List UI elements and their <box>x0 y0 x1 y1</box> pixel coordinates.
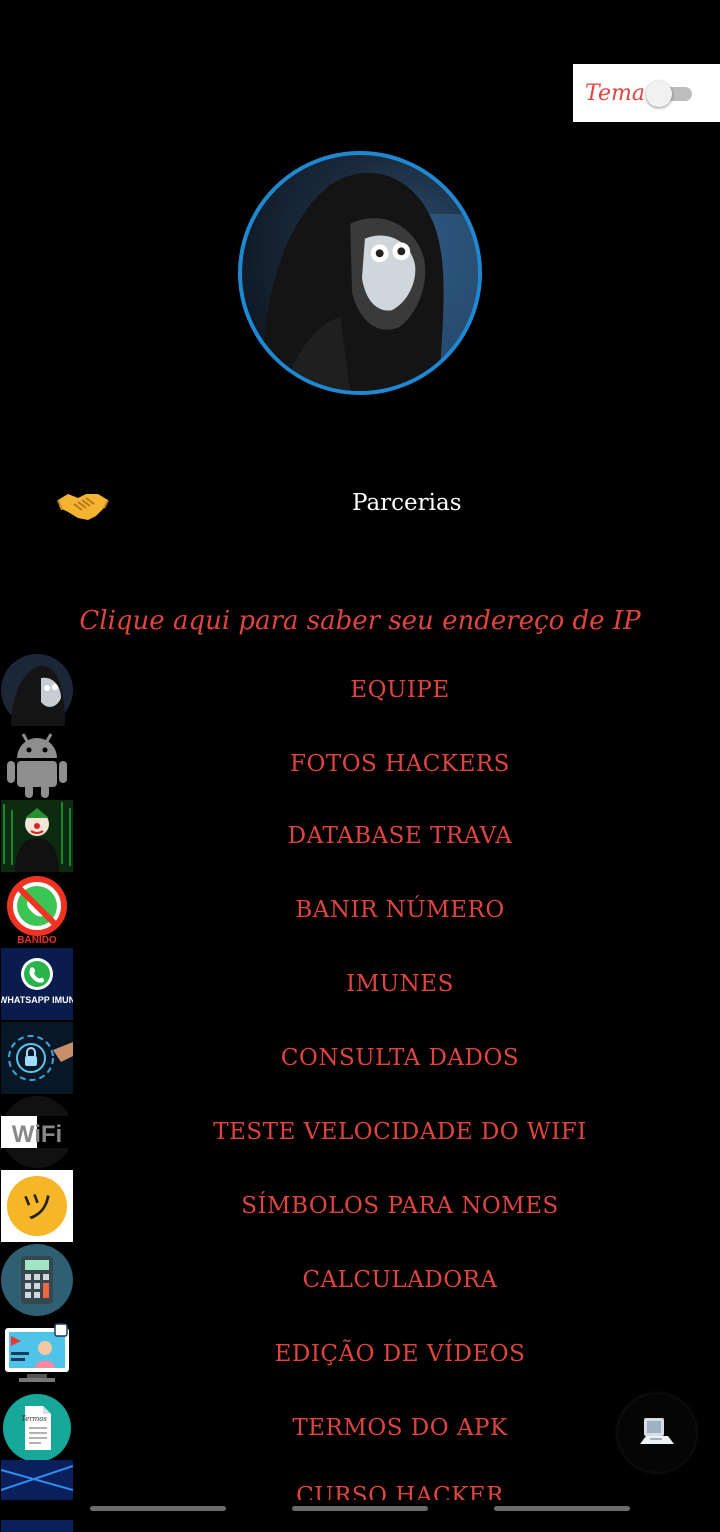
theme-switch-thumb <box>646 81 672 107</box>
menu-item-edicao-videos[interactable]: EDIÇÃO DE VÍDEOS <box>0 1318 720 1390</box>
wifi-icon: WiFi <box>1 1096 73 1168</box>
hooded-hacker-icon <box>261 172 478 391</box>
icon-caption: BANIDO <box>17 935 57 946</box>
partners-row[interactable]: Parcerias <box>0 480 720 536</box>
menu-item-simbolos[interactable]: ツ SÍMBOLOS PARA NOMES <box>0 1170 720 1242</box>
handshake-icon <box>57 494 109 520</box>
menu-item-label: DATABASE TRAVA <box>287 823 513 849</box>
menu-item-banir-numero[interactable]: BANIDO BANIR NÚMERO <box>0 874 720 946</box>
partners-label: Parcerias <box>352 490 462 516</box>
icon-caption: WiFi <box>12 1121 62 1148</box>
menu-item-label: CALCULADORA <box>302 1267 498 1293</box>
system-nav-bar <box>0 1500 720 1520</box>
calculator-icon <box>1 1244 73 1316</box>
menu-item-label: TESTE VELOCIDADE DO WIFI <box>213 1119 587 1145</box>
icon-caption: Termos <box>21 1415 47 1423</box>
menu-item-label: CONSULTA DADOS <box>280 1045 520 1071</box>
menu-item-database-trava[interactable]: DATABASE TRAVA <box>0 800 720 872</box>
menu-item-curso-hacker[interactable]: CURSO HACKER <box>0 1460 720 1532</box>
menu-item-label: FOTOS HACKERS <box>290 751 510 777</box>
lock-touch-icon <box>1 1022 73 1094</box>
menu-item-label: SÍMBOLOS PARA NOMES <box>241 1193 559 1219</box>
terms-document-icon: Termos <box>1 1392 73 1464</box>
menu-item-fotos-hackers[interactable]: FOTOS HACKERS <box>0 728 720 800</box>
whatsapp-immune-icon: WHATSAPP IMUN <box>1 948 73 1020</box>
icon-caption: ツ <box>21 1188 53 1226</box>
theme-switch[interactable] <box>646 80 694 108</box>
android-icon <box>1 728 73 800</box>
floating-action-button[interactable] <box>618 1394 696 1472</box>
nav-handle-right[interactable] <box>494 1506 630 1511</box>
joker-icon <box>1 800 73 872</box>
menu-item-label: EQUIPE <box>350 677 450 703</box>
menu-item-equipe[interactable]: EQUIPE <box>0 654 720 726</box>
menu-item-label: BANIR NÚMERO <box>295 897 505 923</box>
menu-item-label: EDIÇÃO DE VÍDEOS <box>274 1341 526 1367</box>
menu-item-label: IMUNES <box>346 971 454 997</box>
video-editing-icon <box>1 1318 73 1390</box>
smiley-symbol-icon: ツ <box>1 1170 73 1242</box>
menu-item-teste-wifi[interactable]: WiFi TESTE VELOCIDADE DO WIFI <box>0 1096 720 1168</box>
menu-item-imunes[interactable]: WHATSAPP IMUN IMUNES <box>0 948 720 1020</box>
menu-item-consulta-dados[interactable]: CONSULTA DADOS <box>0 1022 720 1094</box>
nav-handle-center[interactable] <box>292 1506 428 1511</box>
profile-avatar <box>238 151 482 395</box>
menu-item-calculadora[interactable]: CALCULADORA <box>0 1244 720 1316</box>
course-icon <box>1 1460 73 1532</box>
theme-label: Tema <box>585 80 645 106</box>
ip-address-link[interactable]: Clique aqui para saber seu endereço de I… <box>0 606 720 636</box>
laptop-icon <box>640 1418 674 1444</box>
nav-handle-left[interactable] <box>90 1506 226 1511</box>
hacker-icon <box>1 654 73 726</box>
menu-item-termos-apk[interactable]: Termos TERMOS DO APK <box>0 1392 720 1464</box>
whatsapp-banned-icon: BANIDO <box>1 874 73 946</box>
menu-item-label: CURSO HACKER <box>296 1483 504 1509</box>
icon-caption: WHATSAPP IMUN <box>1 995 73 1005</box>
